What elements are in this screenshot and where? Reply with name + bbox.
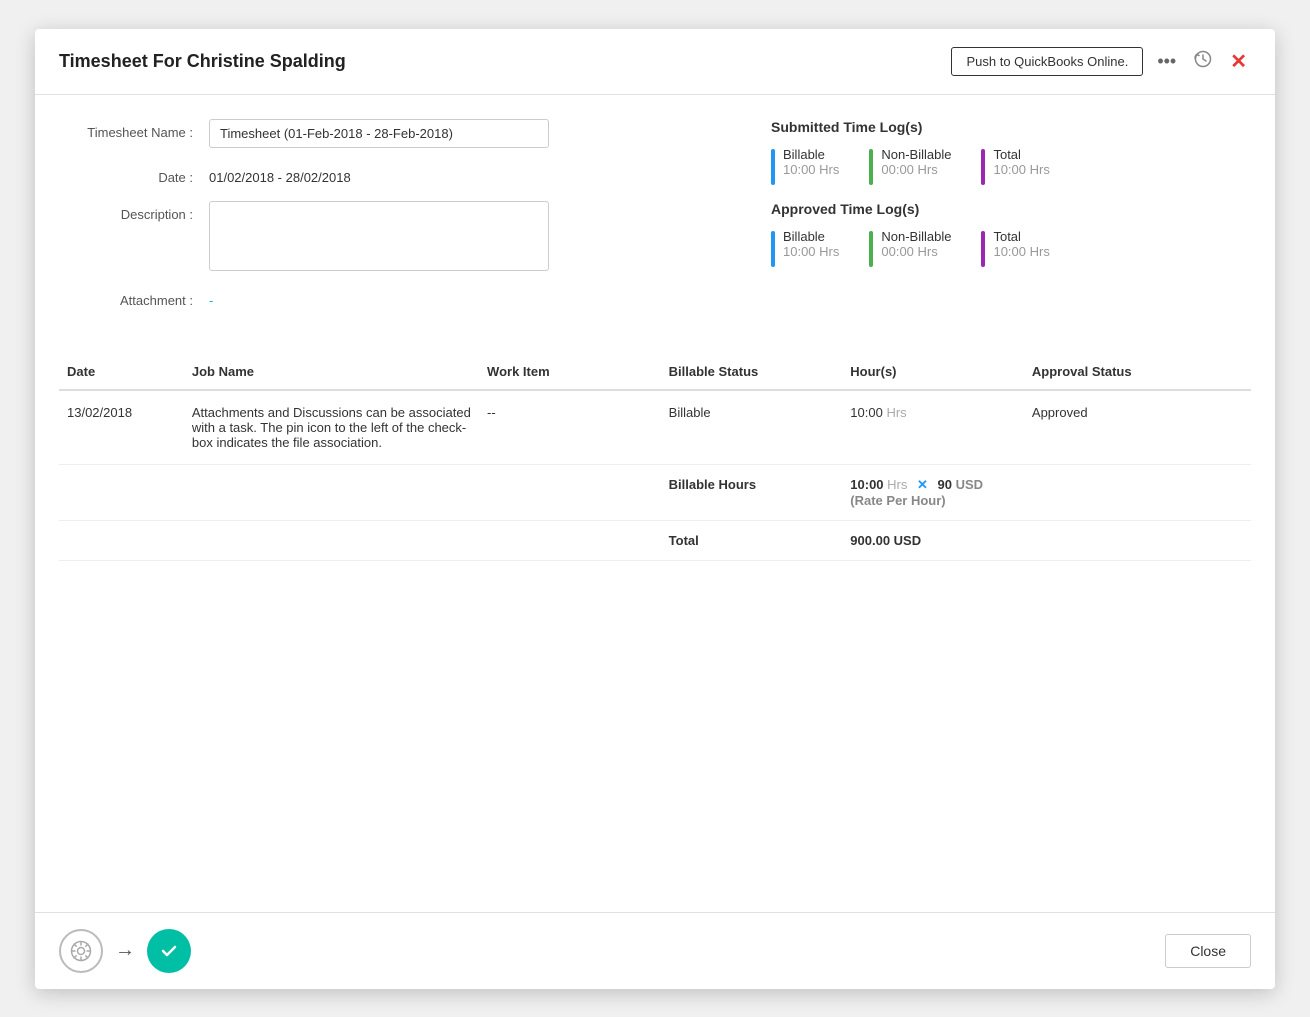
attachment-label: Attachment : bbox=[59, 287, 209, 308]
summary-billable-value: 10:00 Hrs ✕ 90 USD (Rate Per Hour) bbox=[842, 464, 1024, 520]
timesheet-name-row: Timesheet Name : bbox=[59, 119, 731, 148]
submitted-non-billable-label: Non-Billable bbox=[881, 147, 951, 162]
col-header-date: Date bbox=[59, 354, 184, 390]
col-header-work-item: Work Item bbox=[479, 354, 661, 390]
submitted-total-value: 10:00 Hrs bbox=[993, 162, 1049, 177]
approved-billable-value: 10:00 Hrs bbox=[783, 244, 839, 259]
table-row: 13/02/2018 Attachments and Discussions c… bbox=[59, 390, 1251, 465]
submitted-billable-value: 10:00 Hrs bbox=[783, 162, 839, 177]
submitted-total: Total 10:00 Hrs bbox=[981, 147, 1049, 185]
table-header: Date Job Name Work Item Billable Status … bbox=[59, 354, 1251, 390]
submitted-non-billable-value: 00:00 Hrs bbox=[881, 162, 951, 177]
approved-non-billable: Non-Billable 00:00 Hrs bbox=[869, 229, 951, 267]
approved-billable-bar bbox=[771, 231, 775, 267]
timesheet-table: Date Job Name Work Item Billable Status … bbox=[59, 354, 1251, 561]
history-button[interactable] bbox=[1190, 46, 1216, 77]
arrow-right-icon: → bbox=[115, 939, 135, 962]
modal-body: Timesheet Name : Date : 01/02/2018 - 28/… bbox=[35, 95, 1275, 912]
modal-header: Timesheet For Christine Spalding Push to… bbox=[35, 29, 1275, 95]
summary-empty bbox=[59, 464, 661, 520]
submitted-non-billable: Non-Billable 00:00 Hrs bbox=[869, 147, 951, 185]
footer-left: → bbox=[59, 929, 191, 973]
total-row: Total 900.00 USD bbox=[59, 520, 1251, 560]
approved-billable: Billable 10:00 Hrs bbox=[771, 229, 839, 267]
date-row: Date : 01/02/2018 - 28/02/2018 bbox=[59, 164, 731, 185]
description-input[interactable] bbox=[209, 201, 549, 271]
modal-title: Timesheet For Christine Spalding bbox=[59, 51, 346, 72]
submitted-billable-label: Billable bbox=[783, 147, 839, 162]
submitted-log-group: Billable 10:00 Hrs Non-Billable 00:00 Hr… bbox=[771, 147, 1251, 185]
modal-footer: → Close bbox=[35, 912, 1275, 989]
date-label: Date : bbox=[59, 164, 209, 185]
approved-non-billable-bar bbox=[869, 231, 873, 267]
approve-check-button[interactable] bbox=[147, 929, 191, 973]
total-label: Total bbox=[661, 520, 843, 560]
col-header-billable-status: Billable Status bbox=[661, 354, 843, 390]
cell-billable-status: Billable bbox=[661, 390, 843, 465]
approved-total-value: 10:00 Hrs bbox=[993, 244, 1049, 259]
workflow-gear-icon[interactable] bbox=[59, 929, 103, 973]
approved-total-label: Total bbox=[993, 229, 1049, 244]
total-empty bbox=[59, 520, 661, 560]
col-header-job-name: Job Name bbox=[184, 354, 479, 390]
close-button[interactable]: Close bbox=[1165, 934, 1251, 968]
approved-total-bar bbox=[981, 231, 985, 267]
more-options-button[interactable]: ••• bbox=[1153, 47, 1180, 76]
attachment-link[interactable]: - bbox=[209, 287, 213, 308]
date-value: 01/02/2018 - 28/02/2018 bbox=[209, 164, 351, 185]
total-value: 900.00 USD bbox=[842, 520, 1024, 560]
timesheet-name-input[interactable] bbox=[209, 119, 549, 148]
cell-hours: 10:00 Hrs bbox=[842, 390, 1024, 465]
submitted-total-label: Total bbox=[993, 147, 1049, 162]
top-section: Timesheet Name : Date : 01/02/2018 - 28/… bbox=[59, 119, 1251, 324]
approved-non-billable-label: Non-Billable bbox=[881, 229, 951, 244]
col-header-hours: Hour(s) bbox=[842, 354, 1024, 390]
form-section: Timesheet Name : Date : 01/02/2018 - 28/… bbox=[59, 119, 731, 324]
timesheet-name-label: Timesheet Name : bbox=[59, 119, 209, 140]
header-actions: Push to QuickBooks Online. ••• ✕ bbox=[951, 45, 1251, 78]
attachment-row: Attachment : - bbox=[59, 287, 731, 308]
cell-work-item: -- bbox=[479, 390, 661, 465]
time-logs-section: Submitted Time Log(s) Billable 10:00 Hrs… bbox=[771, 119, 1251, 324]
billable-hours-summary-row: Billable Hours 10:00 Hrs ✕ 90 USD (Rate … bbox=[59, 464, 1251, 520]
submitted-logs-title: Submitted Time Log(s) bbox=[771, 119, 1251, 135]
history-icon bbox=[1194, 50, 1212, 73]
cell-date: 13/02/2018 bbox=[59, 390, 184, 465]
description-label: Description : bbox=[59, 201, 209, 222]
summary-empty2 bbox=[1024, 464, 1251, 520]
description-row: Description : bbox=[59, 201, 731, 271]
close-icon: ✕ bbox=[1230, 49, 1247, 74]
approved-log-group: Billable 10:00 Hrs Non-Billable 00:00 Hr… bbox=[771, 229, 1251, 267]
approved-billable-label: Billable bbox=[783, 229, 839, 244]
approved-logs-title: Approved Time Log(s) bbox=[771, 201, 1251, 217]
table-section: Date Job Name Work Item Billable Status … bbox=[59, 354, 1251, 561]
close-x-button[interactable]: ✕ bbox=[1226, 45, 1251, 78]
ellipsis-icon: ••• bbox=[1157, 51, 1176, 72]
approved-non-billable-value: 00:00 Hrs bbox=[881, 244, 951, 259]
table-body: 13/02/2018 Attachments and Discussions c… bbox=[59, 390, 1251, 561]
non-billable-bar bbox=[869, 149, 873, 185]
cell-approval-status: Approved bbox=[1024, 390, 1251, 465]
approved-total: Total 10:00 Hrs bbox=[981, 229, 1049, 267]
quickbooks-button[interactable]: Push to QuickBooks Online. bbox=[951, 47, 1143, 76]
total-empty2 bbox=[1024, 520, 1251, 560]
total-bar bbox=[981, 149, 985, 185]
modal-container: Timesheet For Christine Spalding Push to… bbox=[35, 29, 1275, 989]
col-header-approval-status: Approval Status bbox=[1024, 354, 1251, 390]
billable-bar bbox=[771, 149, 775, 185]
summary-billable-label: Billable Hours bbox=[661, 464, 843, 520]
submitted-billable: Billable 10:00 Hrs bbox=[771, 147, 839, 185]
cell-job-name: Attachments and Discussions can be assoc… bbox=[184, 390, 479, 465]
